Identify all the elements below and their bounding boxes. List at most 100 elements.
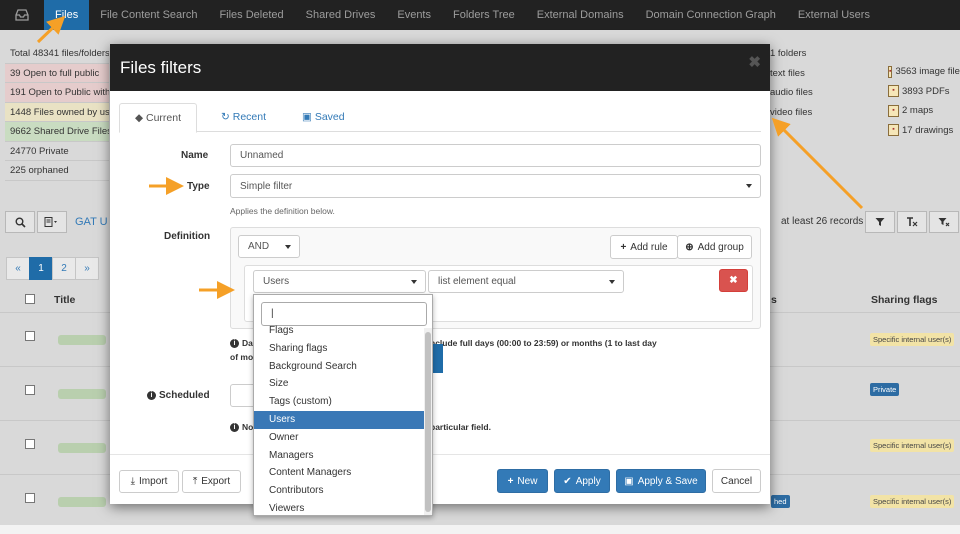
gat-link[interactable]: GAT U — [75, 216, 108, 228]
export-button[interactable]: ⤒ Export — [182, 470, 241, 493]
column-title[interactable]: Title — [54, 294, 75, 306]
stat-images-label: 3563 image files — [895, 66, 960, 78]
nav-domain-connection-graph[interactable]: Domain Connection Graph — [635, 0, 787, 30]
stat-owned-shared[interactable]: 1448 Files owned by us shared — [5, 102, 109, 122]
stat-folders[interactable]: 1 folders — [770, 44, 885, 64]
stat-total[interactable]: Total 48341 files/folders — [5, 44, 109, 64]
option-owner[interactable]: Owner — [254, 429, 426, 447]
option-viewers[interactable]: Viewers — [254, 500, 426, 515]
stat-full-public[interactable]: 39 Open to full public — [5, 63, 109, 83]
nav-folders-tree[interactable]: Folders Tree — [442, 0, 526, 30]
sharing-flag-badge: Specific internal user(s) — [870, 439, 955, 452]
filter-tabs: ◆ Current ↻ Recent ▣ Saved — [119, 103, 761, 133]
pagination: « 1 2 » — [6, 257, 99, 280]
stats-mid: 1 folders text files audio files video f… — [770, 44, 885, 122]
row-checkbox[interactable] — [25, 385, 35, 395]
tab-recent[interactable]: ↻ Recent — [206, 103, 281, 132]
dropdown-scrollbar[interactable] — [424, 328, 432, 515]
column-shared[interactable]: s — [771, 294, 777, 306]
records-count: at least 26 records — [781, 216, 864, 227]
add-rule-button[interactable]: + Add rule — [610, 235, 678, 259]
select-all-checkbox[interactable] — [25, 294, 35, 304]
checkmark-icon: ✔ — [563, 475, 572, 487]
pager-page-1[interactable]: 1 — [29, 257, 53, 280]
row-checkbox[interactable] — [25, 493, 35, 503]
new-label: New — [517, 475, 538, 487]
nav-external-domains[interactable]: External Domains — [526, 0, 635, 30]
row-title-blurred — [58, 497, 106, 507]
date-note-mid: nclude full days (00:00 to 23:59) or mon… — [430, 338, 657, 348]
nav-files[interactable]: Files — [44, 0, 90, 30]
files-filters-modal: Files filters ✖ ◆ Current ↻ Recent ▣ Sav… — [110, 44, 770, 504]
stat-private[interactable]: 24770 Private — [5, 141, 109, 161]
stat-drawings-label: 17 drawings — [902, 124, 954, 136]
option-tags-custom[interactable]: Tags (custom) — [254, 393, 426, 411]
stat-images[interactable]: ▪ 3563 image files — [888, 62, 960, 82]
stat-shared-drive[interactable]: 9662 Shared Drive Files — [5, 122, 109, 142]
pager-page-2[interactable]: 2 — [52, 257, 76, 280]
apply-save-button[interactable]: ▣ Apply & Save — [616, 469, 706, 493]
filter-icon[interactable] — [865, 211, 895, 233]
tab-saved[interactable]: ▣ Saved — [287, 103, 360, 132]
option-contributors[interactable]: Contributors — [254, 482, 426, 500]
stat-maps[interactable]: ▪ 2 maps — [888, 101, 960, 121]
option-background-search[interactable]: Background Search — [254, 358, 426, 376]
name-input[interactable]: Unnamed — [230, 144, 761, 167]
stat-public-link[interactable]: 191 Open to Public with link — [5, 83, 109, 103]
save-icon: ▣ — [624, 475, 634, 487]
rule-operator-select[interactable]: list element equal — [428, 270, 624, 293]
type-select[interactable]: Simple filter — [230, 174, 761, 198]
option-sharing-flags[interactable]: Sharing flags — [254, 340, 426, 358]
document-menu-icon[interactable] — [37, 211, 67, 233]
modal-footer: ⤓ Import ⤒ Export + New ✔ Apply ▣ Apply … — [110, 454, 770, 504]
close-icon[interactable]: ✖ — [748, 53, 761, 71]
cancel-button[interactable]: Cancel — [712, 469, 761, 493]
tab-recent-label: Recent — [232, 111, 267, 123]
dropdown-scrollbar-thumb[interactable] — [425, 332, 431, 512]
stat-orphaned[interactable]: 225 orphaned — [5, 161, 109, 181]
stat-pdfs-label: 3893 PDFs — [902, 85, 950, 97]
apply-label: Apply — [575, 475, 601, 487]
option-size[interactable]: Size — [254, 375, 426, 393]
nav-shared-drives[interactable]: Shared Drives — [295, 0, 387, 30]
table-toolbar-right — [865, 211, 959, 233]
pager-first[interactable]: « — [6, 257, 30, 280]
logic-select-value: AND — [248, 241, 270, 252]
rule-operator-value: list element equal — [438, 276, 516, 287]
option-users[interactable]: Users — [254, 410, 426, 429]
nav-files-deleted[interactable]: Files Deleted — [208, 0, 294, 30]
shared-badge: hed — [771, 495, 790, 508]
pager-next[interactable]: » — [75, 257, 99, 280]
clear-format-icon[interactable] — [897, 211, 927, 233]
inbox-tray-icon[interactable] — [0, 0, 44, 30]
stat-video-files[interactable]: video files — [770, 103, 885, 123]
stats-left: Total 48341 files/folders 39 Open to ful… — [5, 44, 109, 181]
logic-select[interactable]: AND — [238, 235, 300, 258]
nav-file-content-search[interactable]: File Content Search — [89, 0, 208, 30]
apply-save-label: Apply & Save — [637, 475, 698, 487]
stat-text-files[interactable]: text files — [770, 64, 885, 84]
delete-rule-button[interactable]: ✖ — [719, 269, 748, 292]
add-group-button[interactable]: ⊕ Add group — [677, 235, 752, 259]
import-button[interactable]: ⤓ Import — [119, 470, 179, 493]
info-icon: i — [147, 390, 156, 400]
row-checkbox[interactable] — [25, 331, 35, 341]
option-flags[interactable]: Flags — [254, 322, 426, 340]
column-sharing-flags[interactable]: Sharing flags — [871, 294, 938, 306]
tab-current-label: Current — [146, 112, 182, 124]
rule-field-select[interactable]: Users — [253, 270, 426, 293]
tab-current[interactable]: ◆ Current — [119, 103, 198, 133]
option-managers[interactable]: Managers — [254, 447, 426, 465]
apply-button[interactable]: ✔ Apply — [554, 469, 610, 493]
type-help: Applies the definition below. — [230, 206, 335, 216]
nav-events[interactable]: Events — [386, 0, 442, 30]
stat-drawings[interactable]: ▪ 17 drawings — [888, 121, 960, 141]
stat-pdfs[interactable]: ▪ 3893 PDFs — [888, 82, 960, 102]
new-button[interactable]: + New — [497, 469, 548, 493]
option-content-managers[interactable]: Content Managers — [254, 464, 426, 482]
nav-external-users[interactable]: External Users — [787, 0, 881, 30]
stat-audio-files[interactable]: audio files — [770, 83, 885, 103]
remove-filter-icon[interactable] — [929, 211, 959, 233]
row-checkbox[interactable] — [25, 439, 35, 449]
search-icon[interactable] — [5, 211, 35, 233]
